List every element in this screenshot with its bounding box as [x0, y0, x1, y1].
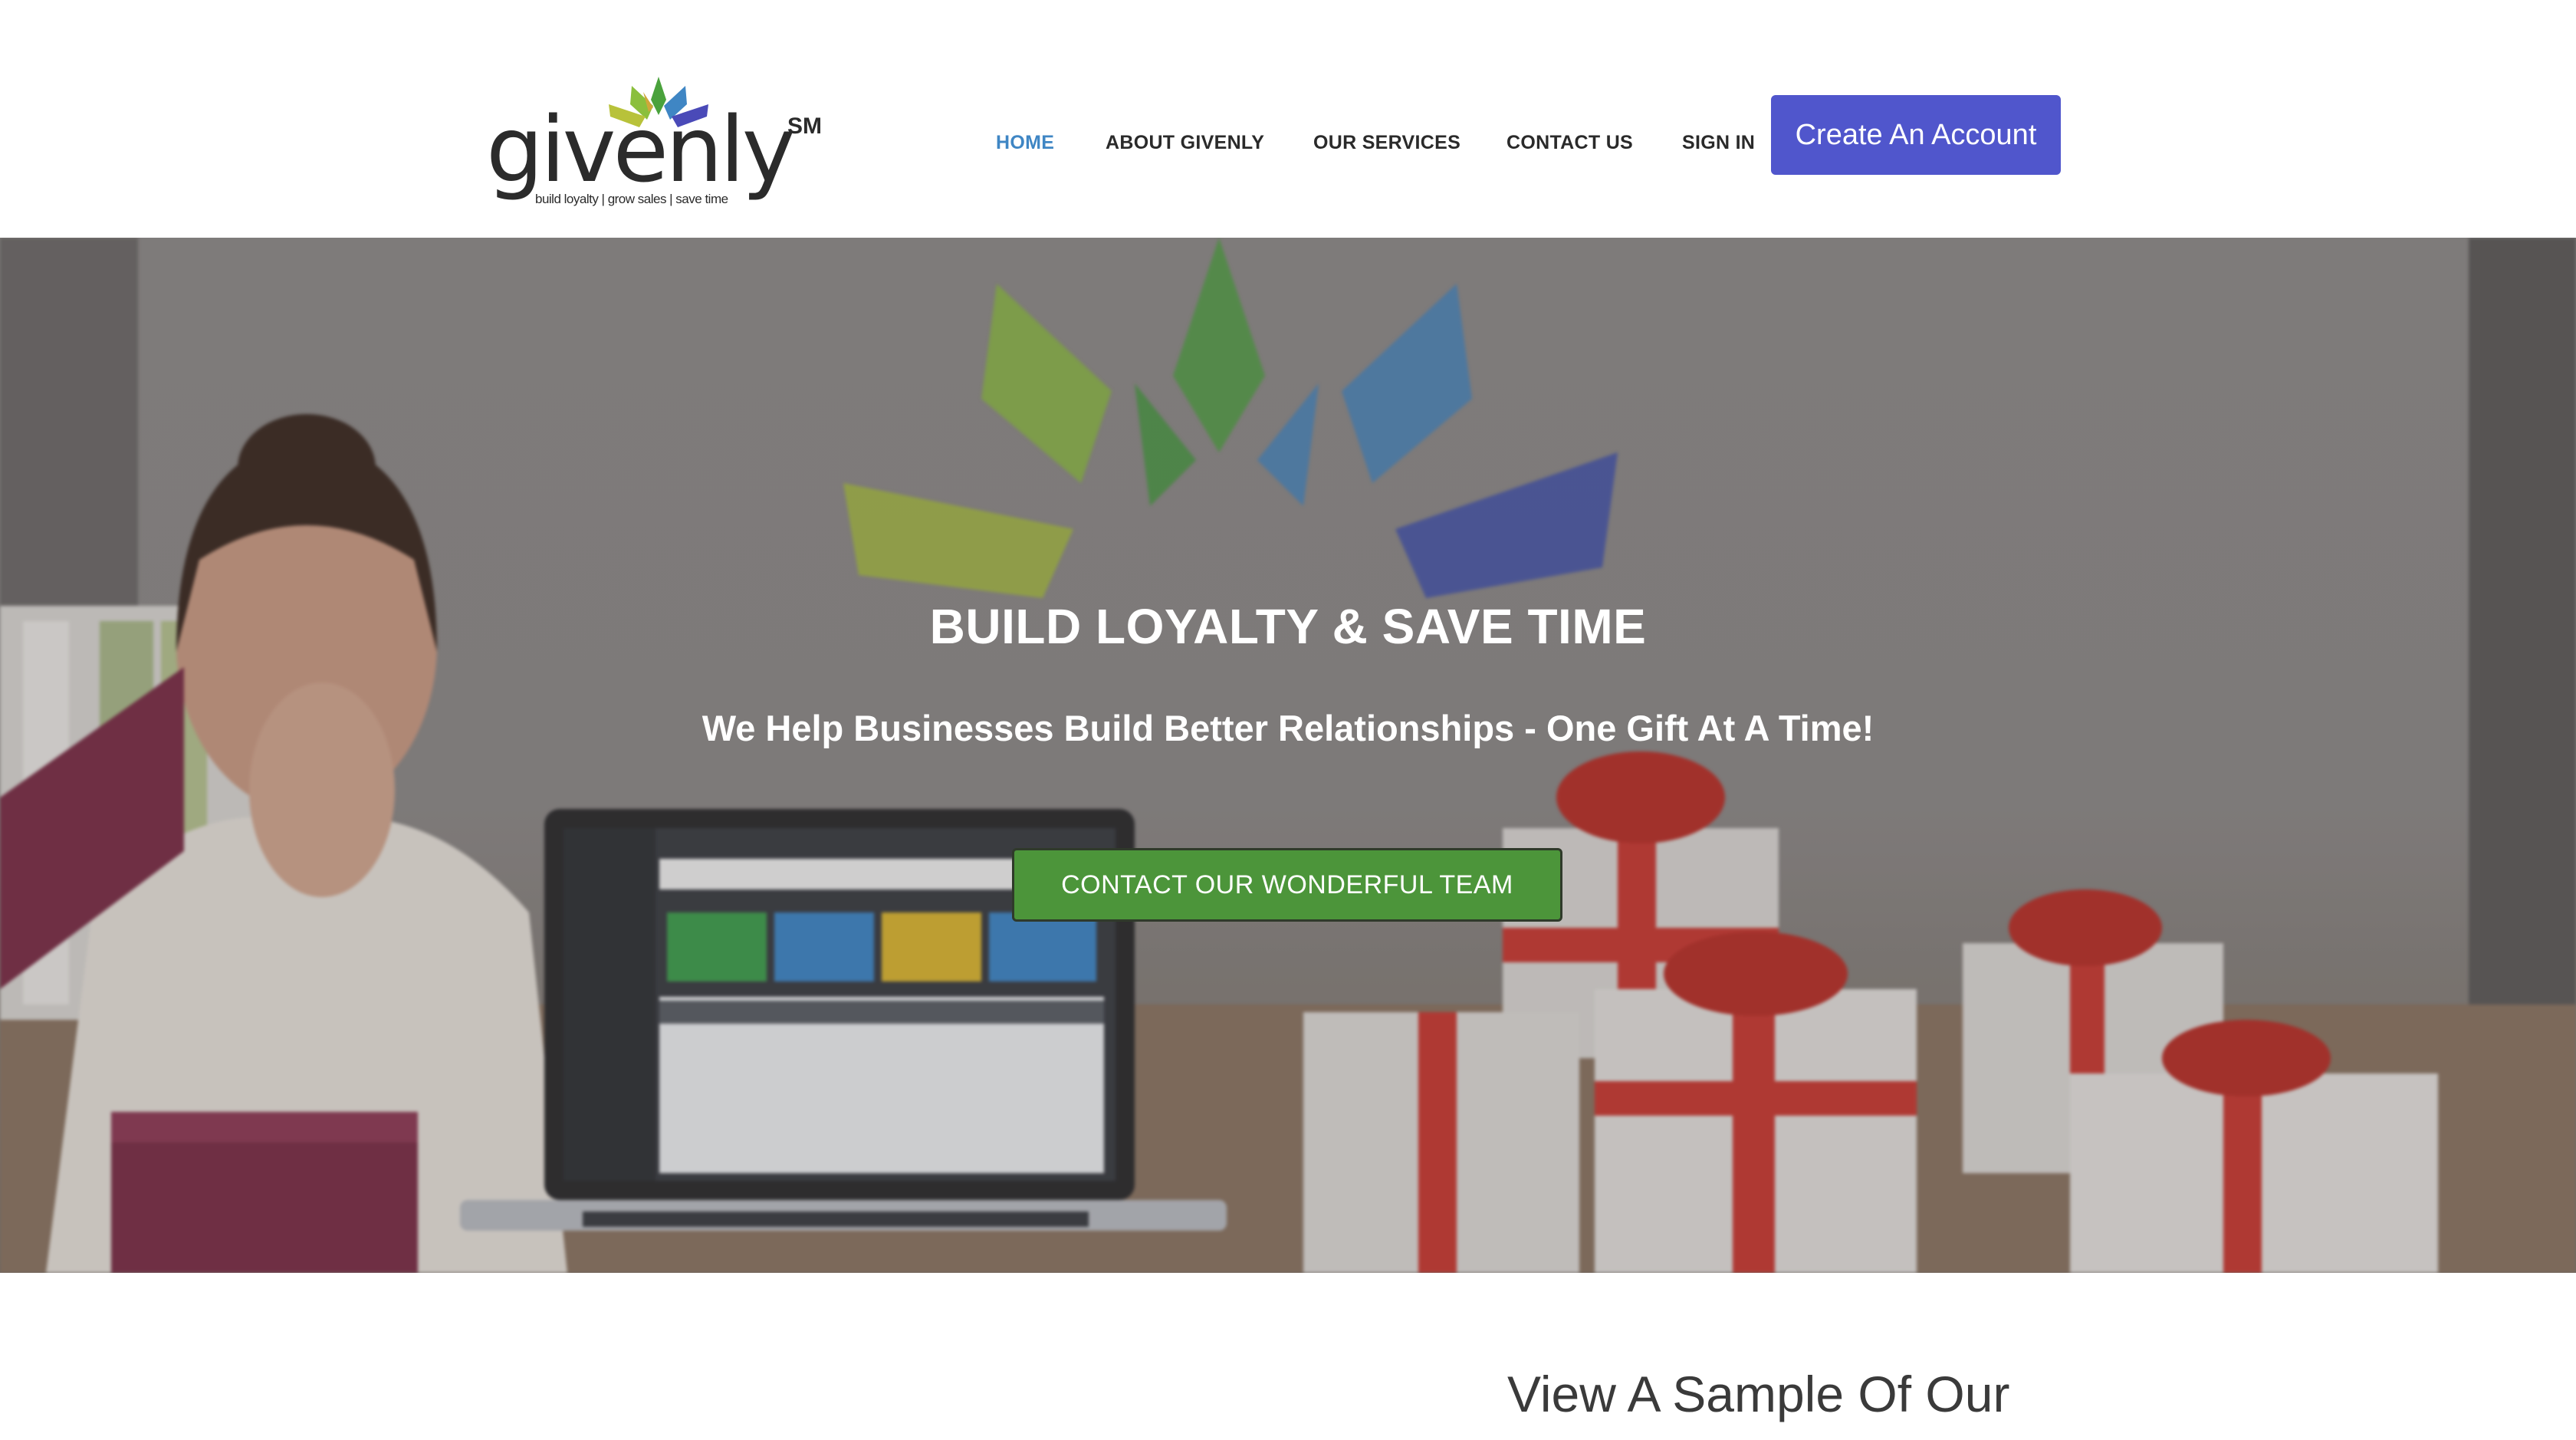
site-header: givenly SM build loyalty | grow sales | … — [0, 0, 2576, 238]
hero-title: BUILD LOYALTY & SAVE TIME — [929, 599, 1647, 654]
nav-contact-us[interactable]: CONTACT US — [1506, 132, 1633, 154]
logo-tagline: build loyalty | grow sales | save time — [535, 192, 728, 206]
create-account-button[interactable]: Create An Account — [1771, 95, 2061, 175]
nav-about-givenly[interactable]: ABOUT GIVENLY — [1106, 132, 1264, 154]
nav-home[interactable]: HOME — [996, 132, 1054, 154]
sample-section-heading: View A Sample Of Our — [1507, 1366, 2010, 1422]
contact-team-button[interactable]: CONTACT OUR WONDERFUL TEAM — [1012, 848, 1562, 922]
hero-dim-overlay — [0, 238, 2576, 1273]
logo-wordmark: givenly — [486, 97, 796, 202]
hero-banner: BUILD LOYALTY & SAVE TIME We Help Busine… — [0, 238, 2576, 1273]
service-mark: SM — [787, 113, 822, 139]
nav-sign-in[interactable]: SIGN IN — [1682, 132, 1755, 154]
nav-our-services[interactable]: OUR SERVICES — [1313, 132, 1460, 154]
hero-subtitle: We Help Businesses Build Better Relation… — [702, 708, 1875, 748]
givenly-logo[interactable]: givenly SM build loyalty | grow sales | … — [486, 69, 823, 215]
